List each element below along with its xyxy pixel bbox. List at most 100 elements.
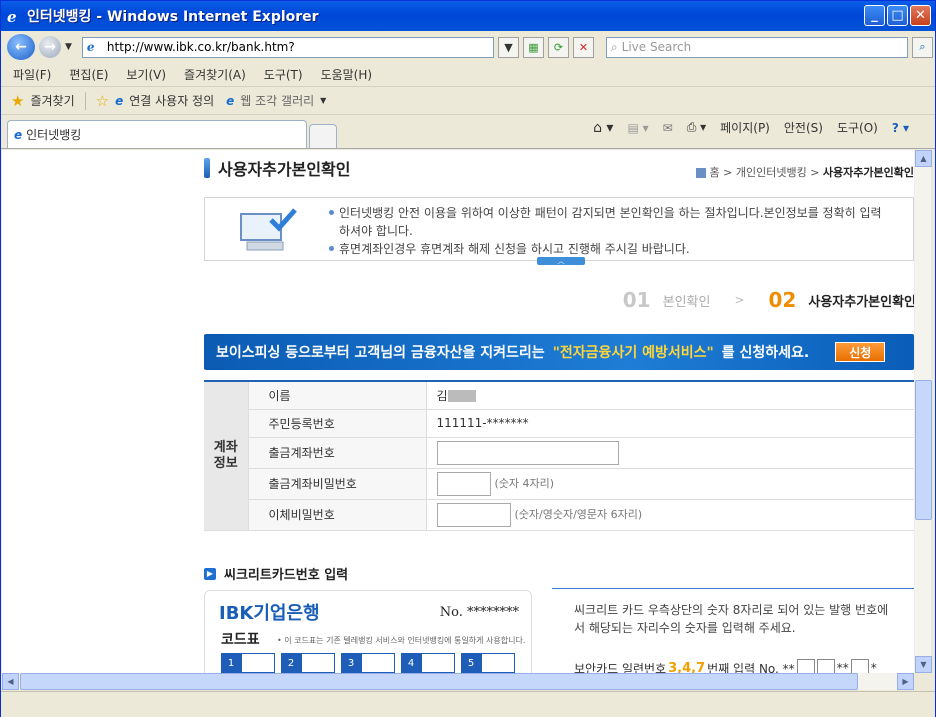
ie-logo-icon: e xyxy=(7,8,17,26)
search-input[interactable]: ⌕ Live Search xyxy=(605,36,908,58)
scroll-right-arrow[interactable]: ▶ xyxy=(897,673,914,690)
new-tab-button[interactable] xyxy=(309,124,337,148)
menu-view[interactable]: 보기(V) xyxy=(126,66,166,83)
breadcrumb: 홈 > 개인인터넷뱅킹 > 사용자추가본인확인 xyxy=(696,164,914,180)
vertical-scrollbar[interactable]: ▲ ▼ xyxy=(914,150,932,673)
stop-button[interactable]: ✕ xyxy=(572,36,594,58)
refresh-button[interactable]: ⟳ xyxy=(547,36,569,58)
breadcrumb-mid[interactable]: 개인인터넷뱅킹 xyxy=(736,166,807,179)
search-button[interactable]: ⌕ xyxy=(911,36,933,58)
feeds-icon[interactable]: ▤ ▾ xyxy=(627,121,648,135)
favorites-button[interactable]: 즐겨찾기 xyxy=(30,92,74,109)
menu-bar: 파일(F) 편집(E) 보기(V) 즐겨찾기(A) 도구(T) 도움말(H) xyxy=(1,63,935,87)
back-button[interactable]: ← xyxy=(7,34,35,60)
code-cells: 1 2 3 4 5 xyxy=(221,653,521,673)
ie-page-icon: e xyxy=(14,127,23,142)
chevron-down-icon[interactable]: ▼ xyxy=(320,96,326,105)
computer-check-icon xyxy=(240,208,297,251)
address-toolbar: ← → ▼ e http://www.ibk.co.kr/bank.htm? ▼… xyxy=(1,31,935,63)
page-title: 사용자추가본인확인 xyxy=(204,156,350,180)
page-menu-button[interactable]: 페이지(P) xyxy=(720,119,770,136)
browser-window: e 인터넷뱅킹 - Windows Internet Explorer _ □ … xyxy=(0,0,936,717)
table-row: 계좌 정보 이름 김 xyxy=(204,381,914,531)
code-cell-number: 1 xyxy=(221,653,241,673)
account-password-input[interactable] xyxy=(436,471,491,496)
code-cell-number: 3 xyxy=(341,653,361,673)
forward-button[interactable]: → xyxy=(39,36,61,58)
serial-digit-input[interactable] xyxy=(816,659,835,673)
menu-edit[interactable]: 편집(E) xyxy=(69,66,108,83)
mail-icon[interactable]: ✉ xyxy=(663,121,673,135)
section-bullet-icon: ▶ xyxy=(204,567,216,580)
notice-item: 휴면계좌인경우 휴면계좌 해제 신청을 하시고 진행해 주시길 바랍니다. xyxy=(329,240,891,258)
tab-internet-banking[interactable]: e 인터넷뱅킹 xyxy=(7,120,307,148)
breadcrumb-home[interactable]: 홈 xyxy=(710,166,720,179)
instruction-text: 씨크리트 카드 우측상단의 숫자 8자리로 되어 있는 발행 번호에서 해당되는… xyxy=(574,603,889,635)
scroll-down-arrow[interactable]: ▼ xyxy=(915,656,932,673)
code-cell xyxy=(361,653,395,673)
code-table-note: • 이 코드표는 기존 텔레뱅킹 서비스와 인터넷뱅킹에 통일하게 사용합니다. xyxy=(277,636,526,645)
field-label: 이체비밀번호 xyxy=(248,499,427,531)
ie-page-icon: e xyxy=(115,93,124,108)
compat-view-button[interactable]: ▦ xyxy=(522,36,544,58)
serial-suffix: 번째 입력 No. ** xyxy=(707,661,795,674)
menu-favorites[interactable]: 즐겨찾기(A) xyxy=(184,66,246,83)
menu-help[interactable]: 도움말(H) xyxy=(321,66,373,83)
menu-tools[interactable]: 도구(T) xyxy=(264,66,303,83)
add-favorite-icon[interactable]: ☆ xyxy=(96,92,109,110)
table-row: 출금계좌번호 xyxy=(204,437,914,469)
breadcrumb-current: 사용자추가본인확인 xyxy=(822,166,914,179)
scroll-left-arrow[interactable]: ◀ xyxy=(2,673,19,690)
print-icon[interactable]: ⎙ ▾ xyxy=(687,120,706,135)
favorites-bar: ★ 즐겨찾기 ☆ e 연결 사용자 정의 e 웹 조각 갤러리 ▼ xyxy=(1,87,935,115)
serial-digit-input[interactable] xyxy=(850,659,869,673)
favorites-star-icon: ★ xyxy=(11,91,25,110)
page-viewport: 사용자추가본인확인 홈 > 개인인터넷뱅킹 > 사용자추가본인확인 인터넷뱅킹 … xyxy=(2,150,914,673)
secret-card-instructions: 씨크리트 카드 우측상단의 숫자 8자리로 되어 있는 발행 번호에서 해당되는… xyxy=(552,588,914,673)
card-number: No. ******** xyxy=(439,605,519,620)
scroll-up-arrow[interactable]: ▲ xyxy=(915,150,932,167)
menu-file[interactable]: 파일(F) xyxy=(13,66,51,83)
transfer-password-input[interactable] xyxy=(436,502,511,527)
horizontal-scrollbar[interactable]: ◀ ▶ xyxy=(2,673,914,690)
notice-box: 인터넷뱅킹 안전 이용을 위하여 이상한 패턴이 감지되면 본인확인을 하는 절… xyxy=(204,197,914,265)
title-bar: e 인터넷뱅킹 - Windows Internet Explorer _ □ … xyxy=(1,1,935,31)
phishing-prevention-banner[interactable]: 보이스피싱 등으로부터 고객님의 금융자산을 지켜드리는 "전자금융사기 예방서… xyxy=(204,334,914,370)
scroll-thumb[interactable] xyxy=(915,380,932,520)
close-button[interactable]: ✕ xyxy=(910,5,931,26)
code-cell-number: 5 xyxy=(461,653,481,673)
favorites-link-webslice[interactable]: 웹 조각 갤러리 xyxy=(240,92,314,109)
help-icon[interactable]: ? ▾ xyxy=(892,121,909,135)
account-group-label: 계좌 정보 xyxy=(204,381,249,531)
favorites-link-custom[interactable]: 연결 사용자 정의 xyxy=(129,92,214,109)
table-row: 이체비밀번호 (숫자/영숫자/영문자 6자리) xyxy=(204,499,914,531)
history-dropdown-icon[interactable]: ▼ xyxy=(65,42,72,52)
code-cell xyxy=(481,653,515,673)
home-icon[interactable]: ⌂ ▾ xyxy=(593,120,613,136)
name-value: 김 xyxy=(426,381,914,410)
tab-bar: e 인터넷뱅킹 ⌂ ▾ ▤ ▾ ✉ ⎙ ▾ 페이지(P) 안전(S) 도구(O)… xyxy=(1,115,935,149)
step-label-active: 사용자추가본인확인 xyxy=(808,294,914,310)
safety-menu-button[interactable]: 안전(S) xyxy=(784,119,823,136)
page-icon: e xyxy=(86,40,95,54)
serial-mask: ** xyxy=(836,661,849,673)
collapse-toggle-button[interactable]: ︿ xyxy=(537,257,585,265)
field-hint: (숫자/영숫자/영문자 6자리) xyxy=(514,508,643,521)
account-number-input[interactable] xyxy=(436,440,619,465)
home-icon xyxy=(696,168,706,178)
serial-mask: * xyxy=(870,661,877,673)
window-title: 인터넷뱅킹 - Windows Internet Explorer xyxy=(27,9,319,25)
address-input[interactable]: e http://www.ibk.co.kr/bank.htm? xyxy=(81,36,494,58)
tools-menu-button[interactable]: 도구(O) xyxy=(837,119,878,136)
serial-digit-input[interactable] xyxy=(796,659,815,673)
serial-input-row: 보안카드 일련번호 3,4,7 번째 입력 No. ** ** * xyxy=(574,659,914,673)
maximize-button[interactable]: □ xyxy=(887,5,908,26)
apply-button[interactable]: 신청 xyxy=(835,342,886,362)
code-cell-number: 4 xyxy=(401,653,421,673)
step-indicator: 01 본인확인 > 02 사용자추가본인확인 xyxy=(623,288,914,312)
minimize-button[interactable]: _ xyxy=(864,5,885,26)
secret-card-image: IBK기업은행 No. ******** 코드표 • 이 코드표는 기존 텔레뱅… xyxy=(204,590,532,673)
banner-text: 를 신청하세요. xyxy=(721,345,810,361)
scroll-thumb[interactable] xyxy=(20,673,858,690)
address-dropdown-button[interactable]: ▼ xyxy=(497,36,519,58)
